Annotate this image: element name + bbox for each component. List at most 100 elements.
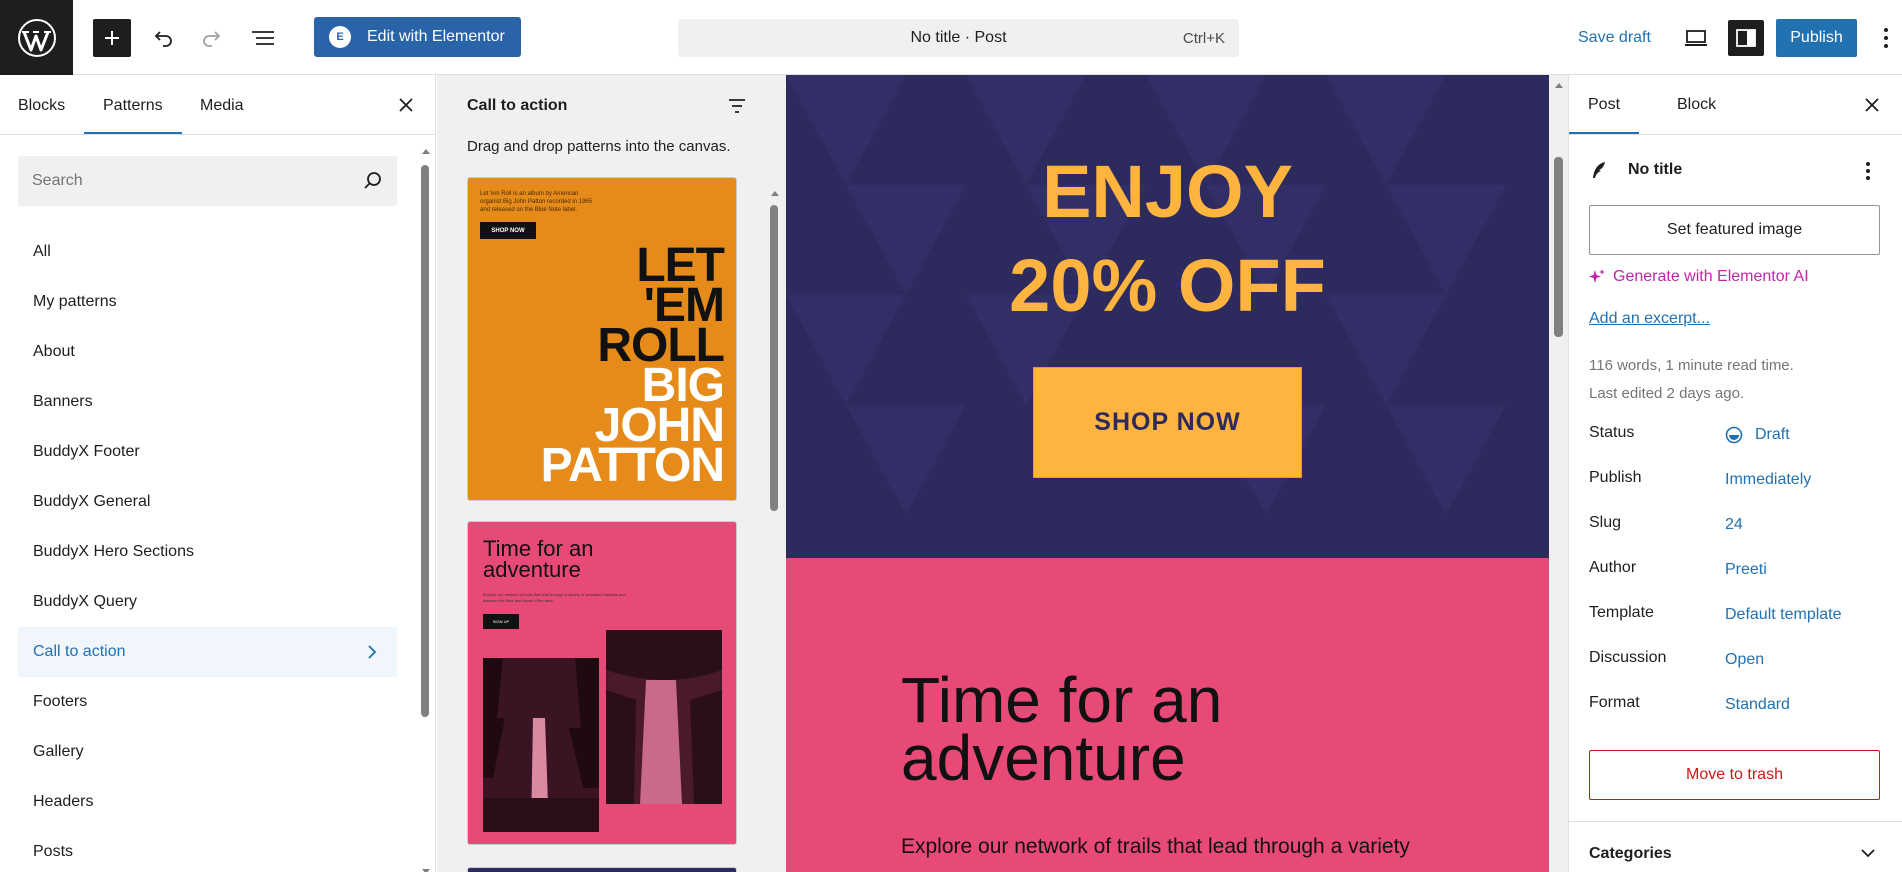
word-count: 116 words, 1 minute read time. bbox=[1589, 357, 1794, 374]
redo-button[interactable] bbox=[194, 20, 230, 56]
block-inserter-panel: Blocks Patterns Media All My patterns Ab… bbox=[0, 75, 436, 872]
tab-media[interactable]: Media bbox=[200, 97, 244, 115]
post-summary-title: No title bbox=[1589, 160, 1682, 180]
more-vertical-icon bbox=[1884, 28, 1888, 48]
settings-tabs: Post Block bbox=[1568, 75, 1902, 135]
edit-with-elementor-label: Edit with Elementor bbox=[367, 28, 505, 45]
pattern-card-lets-em-roll[interactable]: Let 'em Roll is an album by American org… bbox=[467, 177, 737, 501]
category-call-to-action[interactable]: Call to action bbox=[18, 627, 397, 677]
publish-date-button[interactable]: Immediately bbox=[1725, 471, 1811, 489]
template-button[interactable]: Default template bbox=[1725, 606, 1842, 624]
tab-block[interactable]: Block bbox=[1677, 96, 1716, 114]
row-label: Author bbox=[1589, 559, 1637, 576]
adventure-heading[interactable]: Time for an adventure bbox=[901, 668, 1222, 790]
category-buddyx-general[interactable]: BuddyX General bbox=[18, 477, 397, 527]
scroll-up-arrow-icon bbox=[422, 149, 430, 154]
row-value: Draft bbox=[1755, 426, 1790, 443]
cta-heading-line[interactable]: ENJOY bbox=[786, 149, 1549, 234]
category-buddyx-hero-sections[interactable]: BuddyX Hero Sections bbox=[18, 527, 397, 577]
document-overview-button[interactable] bbox=[245, 20, 281, 56]
row-label: Template bbox=[1589, 604, 1654, 621]
category-label: Call to action bbox=[33, 643, 126, 660]
chevron-right-icon bbox=[368, 645, 377, 659]
discussion-button[interactable]: Open bbox=[1725, 651, 1764, 669]
undo-button[interactable] bbox=[145, 20, 181, 56]
category-posts[interactable]: Posts bbox=[18, 827, 397, 872]
preview-button[interactable] bbox=[1678, 20, 1714, 56]
format-row: Format Standard bbox=[1589, 686, 1880, 731]
waterfall-image bbox=[483, 658, 599, 832]
draft-status-icon bbox=[1725, 426, 1743, 444]
options-menu-button[interactable] bbox=[1871, 20, 1901, 56]
editor-canvas[interactable]: ENJOY 20% OFF SHOP NOW Time for an adven… bbox=[786, 75, 1549, 872]
scroll-up-arrow-icon bbox=[771, 191, 779, 196]
scroll-up-arrow-icon bbox=[1555, 83, 1563, 88]
post-meta-info: 116 words, 1 minute read time. Last edit… bbox=[1589, 352, 1794, 408]
discussion-row: Discussion Open bbox=[1589, 641, 1880, 686]
settings-sidebar-toggle[interactable] bbox=[1728, 20, 1764, 56]
cta-heading-line[interactable]: 20% OFF bbox=[786, 243, 1549, 328]
category-footers[interactable]: Footers bbox=[18, 677, 397, 727]
pattern-card-time-for-adventure[interactable]: Time for an adventure Explore our networ… bbox=[467, 521, 737, 845]
more-vertical-icon[interactable] bbox=[1856, 159, 1880, 183]
scroll-down-arrow-icon bbox=[422, 869, 430, 872]
publish-row: Publish Immediately bbox=[1589, 461, 1880, 506]
category-my-patterns[interactable]: My patterns bbox=[18, 277, 397, 327]
set-featured-image-button[interactable]: Set featured image bbox=[1589, 205, 1880, 255]
elementor-icon: E bbox=[329, 26, 351, 48]
author-row: Author Preeti bbox=[1589, 551, 1880, 596]
format-button[interactable]: Standard bbox=[1725, 696, 1790, 714]
command-palette-bar[interactable]: No title · Post Ctrl+K bbox=[678, 19, 1239, 57]
publish-button[interactable]: Publish bbox=[1776, 19, 1857, 57]
shop-now-button[interactable]: SHOP NOW bbox=[1033, 367, 1302, 478]
pattern-list-panel: Call to action Drag and drop patterns in… bbox=[437, 75, 786, 872]
pattern-category-list: All My patterns About Banners BuddyX Foo… bbox=[18, 227, 397, 872]
slug-button[interactable]: 24 bbox=[1725, 516, 1743, 534]
category-all[interactable]: All bbox=[18, 227, 397, 277]
post-title-text: No title bbox=[1628, 161, 1683, 178]
wordpress-logo-button[interactable] bbox=[0, 0, 73, 75]
sparkle-icon bbox=[1589, 269, 1605, 283]
divider bbox=[1569, 821, 1902, 822]
adventure-section[interactable]: Time for an adventure Explore our networ… bbox=[786, 558, 1549, 872]
adventure-paragraph[interactable]: Explore our network of trails that lead … bbox=[901, 835, 1410, 859]
block-inserter-toggle[interactable] bbox=[93, 19, 131, 57]
search-input[interactable] bbox=[32, 170, 332, 192]
canvas-scrollbar[interactable] bbox=[1549, 75, 1569, 872]
tab-post[interactable]: Post bbox=[1568, 96, 1640, 134]
filter-icon[interactable] bbox=[726, 95, 748, 117]
generate-elementor-ai-link[interactable]: Generate with Elementor AI bbox=[1589, 268, 1809, 286]
cta-cover-block[interactable]: ENJOY 20% OFF SHOP NOW bbox=[786, 75, 1549, 558]
post-feather-icon bbox=[1593, 162, 1605, 178]
pattern-line: PATTON bbox=[540, 439, 725, 492]
category-banners[interactable]: Banners bbox=[18, 377, 397, 427]
status-value-button[interactable]: Draft bbox=[1725, 426, 1790, 444]
close-icon[interactable] bbox=[394, 93, 418, 117]
inserter-tabs: Blocks Patterns Media bbox=[0, 75, 436, 135]
pattern-search[interactable] bbox=[18, 156, 397, 206]
save-draft-button[interactable]: Save draft bbox=[1578, 29, 1651, 47]
patterns-scrollbar[interactable] bbox=[769, 183, 781, 872]
category-gallery[interactable]: Gallery bbox=[18, 727, 397, 777]
tab-patterns[interactable]: Patterns bbox=[84, 97, 182, 134]
add-excerpt-link[interactable]: Add an excerpt... bbox=[1589, 310, 1710, 328]
categories-panel-toggle[interactable]: Categories bbox=[1589, 845, 1672, 863]
move-to-trash-button[interactable]: Move to trash bbox=[1589, 750, 1880, 800]
inserter-scrollbar[interactable] bbox=[420, 141, 432, 872]
row-label: Status bbox=[1589, 424, 1635, 441]
scrollbar-thumb[interactable] bbox=[770, 205, 778, 511]
scrollbar-thumb[interactable] bbox=[421, 165, 429, 717]
category-headers[interactable]: Headers bbox=[18, 777, 397, 827]
close-icon[interactable] bbox=[1860, 93, 1884, 117]
scrollbar-thumb[interactable] bbox=[1554, 157, 1563, 337]
edit-with-elementor-button[interactable]: E Edit with Elementor bbox=[314, 17, 521, 57]
template-row: Template Default template bbox=[1589, 596, 1880, 641]
category-buddyx-query[interactable]: BuddyX Query bbox=[18, 577, 397, 627]
author-button[interactable]: Preeti bbox=[1725, 561, 1767, 579]
tab-blocks[interactable]: Blocks bbox=[18, 97, 65, 115]
pattern-signup-button: SIGN UP bbox=[483, 614, 519, 629]
category-about[interactable]: About bbox=[18, 327, 397, 377]
chevron-down-icon[interactable] bbox=[1856, 841, 1880, 865]
pattern-card-partial[interactable] bbox=[467, 867, 737, 872]
category-buddyx-footer[interactable]: BuddyX Footer bbox=[18, 427, 397, 477]
